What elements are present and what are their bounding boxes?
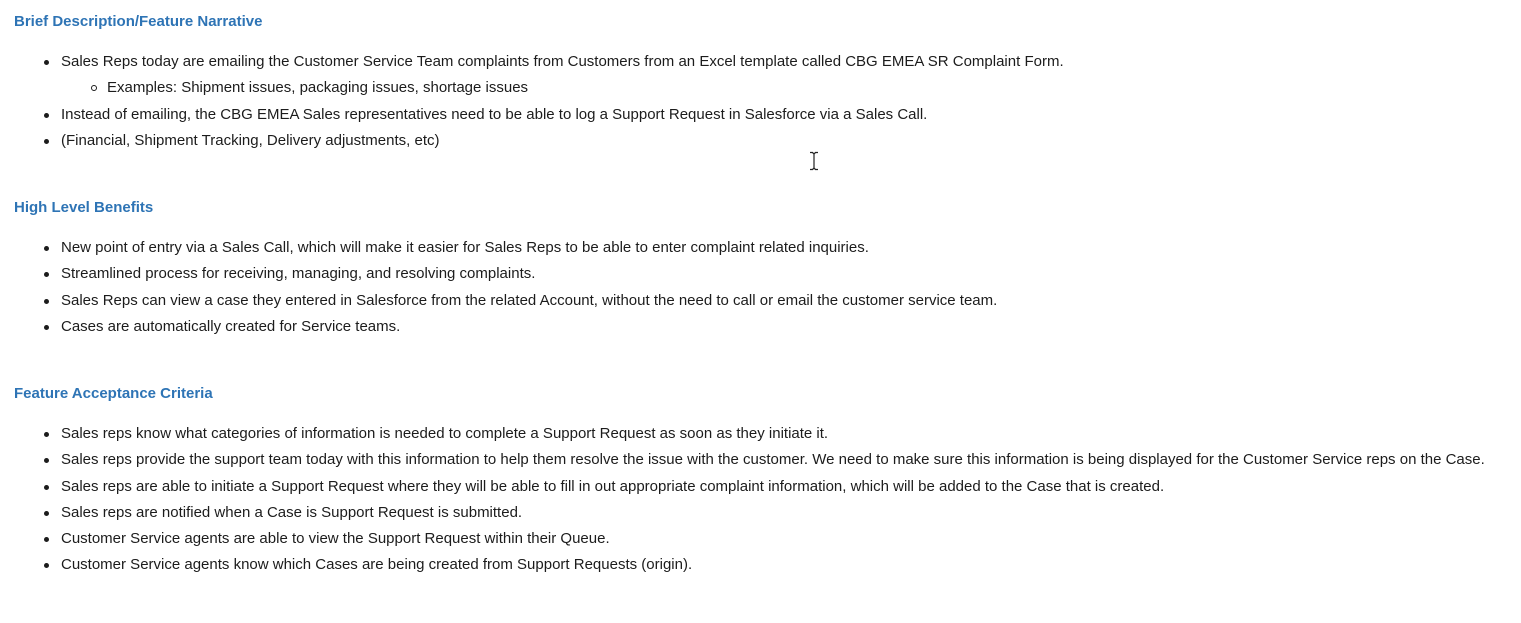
- section-heading: Brief Description/Feature Narrative: [14, 13, 263, 30]
- text-cursor-icon: [810, 151, 818, 171]
- list-item: Sales reps are able to initiate a Suppor…: [44, 474, 1514, 500]
- list-item: Cases are automatically created for Serv…: [44, 314, 1514, 340]
- section-high-level-benefits: High Level Benefits New point of entry v…: [14, 198, 1514, 340]
- bullet-list: Sales Reps today are emailing the Custom…: [14, 49, 1514, 154]
- section-brief-description: Brief Description/Feature Narrative Sale…: [14, 12, 1514, 154]
- list-item: Instead of emailing, the CBG EMEA Sales …: [44, 102, 1514, 128]
- section-heading: High Level Benefits: [14, 199, 154, 216]
- section-heading: Feature Acceptance Criteria: [14, 385, 213, 402]
- list-item: Sales reps are notified when a Case is S…: [44, 500, 1514, 526]
- list-item: New point of entry via a Sales Call, whi…: [44, 235, 1514, 261]
- sub-list-item: Examples: Shipment issues, packaging iss…: [91, 75, 1514, 101]
- list-item: Sales Reps can view a case they entered …: [44, 288, 1514, 314]
- list-item: Streamlined process for receiving, manag…: [44, 261, 1514, 287]
- list-item: Sales reps know what categories of infor…: [44, 421, 1514, 447]
- list-item: (Financial, Shipment Tracking, Delivery …: [44, 128, 1514, 154]
- list-item: Customer Service agents are able to view…: [44, 526, 1514, 552]
- list-item: Sales reps provide the support team toda…: [44, 447, 1514, 473]
- list-item: Customer Service agents know which Cases…: [44, 552, 1514, 578]
- bullet-list: Sales reps know what categories of infor…: [14, 421, 1514, 579]
- list-item: Sales Reps today are emailing the Custom…: [44, 49, 1514, 102]
- section-feature-acceptance-criteria: Feature Acceptance Criteria Sales reps k…: [14, 384, 1514, 579]
- sub-bullet-list: Examples: Shipment issues, packaging iss…: [61, 75, 1514, 101]
- list-item-text: Sales Reps today are emailing the Custom…: [61, 53, 1064, 70]
- bullet-list: New point of entry via a Sales Call, whi…: [14, 235, 1514, 340]
